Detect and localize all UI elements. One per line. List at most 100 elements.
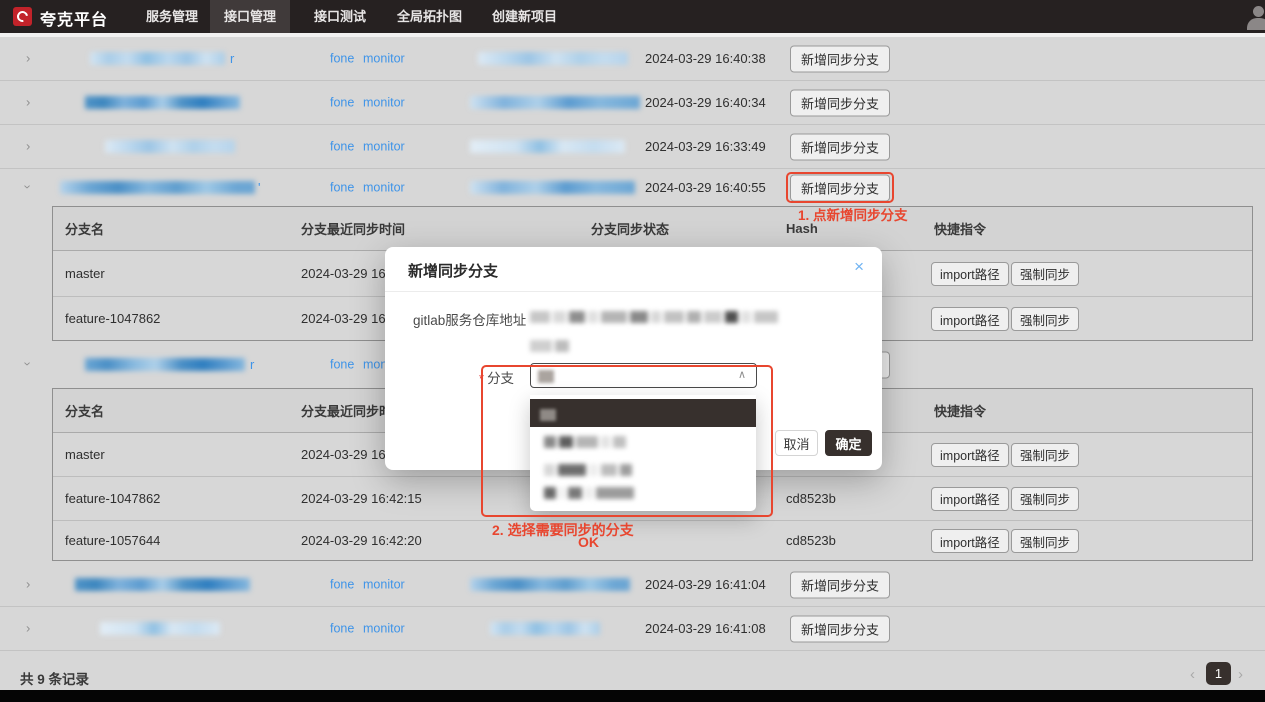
record-count: 共 9 条记录 [20, 668, 89, 688]
monitor-link[interactable]: monitor [363, 621, 405, 635]
import-path-button[interactable]: import路径 [931, 487, 1009, 511]
col-branch-name: 分支名 [65, 401, 104, 420]
nav-item-api-mgmt[interactable]: 接口管理 [210, 0, 290, 33]
nav-item-service-mgmt[interactable]: 服务管理 [132, 0, 212, 33]
redacted-option-text [544, 436, 626, 448]
nav-item-global-topology[interactable]: 全局拓扑图 [383, 0, 476, 33]
sync-time: 2024-03-29 16:33:49 [645, 139, 766, 154]
import-path-button[interactable]: import路径 [931, 307, 1009, 331]
expand-chevron-icon[interactable]: › [26, 576, 30, 591]
cancel-button[interactable]: 取消 [775, 430, 818, 456]
gitlab-repo-label: gitlab服务仓库地址 [413, 309, 526, 329]
dropdown-option[interactable] [530, 427, 756, 455]
force-sync-button[interactable]: 强制同步 [1011, 307, 1079, 331]
redacted-service-name [100, 622, 220, 635]
confirm-button[interactable]: 确定 [825, 430, 872, 456]
user-avatar-icon[interactable] [1247, 6, 1265, 30]
import-path-button[interactable]: import路径 [931, 262, 1009, 286]
sync-time: 2024-03-29 16:41:04 [645, 577, 766, 592]
modal-divider [385, 291, 882, 292]
table-row-expanded: › ' fone monitor 2024-03-29 16:40:55 新增同… [0, 169, 1265, 206]
monitor-link[interactable]: monitor [363, 139, 405, 153]
brand-logo-icon[interactable] [13, 7, 32, 26]
redacted-option-text [544, 464, 632, 476]
redacted-description [470, 96, 640, 109]
service-name-tail: r [250, 356, 254, 371]
branch-hash: cd8523b [786, 491, 836, 506]
force-sync-button[interactable]: 强制同步 [1011, 443, 1079, 467]
fone-link[interactable]: fone [330, 95, 354, 109]
import-path-button[interactable]: import路径 [931, 443, 1009, 467]
add-sync-branch-button[interactable]: 新增同步分支 [790, 133, 890, 160]
collapse-chevron-icon[interactable]: › [21, 184, 36, 188]
branch-row: feature-1057644 2024-03-29 16:42:20 cd85… [53, 521, 1252, 561]
logo-swirl [15, 9, 30, 24]
redacted-service-name [85, 96, 240, 109]
add-sync-branch-button[interactable]: 新增同步分支 [790, 615, 890, 642]
service-name-tail: r [230, 50, 234, 65]
expand-chevron-icon[interactable]: › [26, 50, 30, 65]
annotation-step1: 1. 点新增同步分支 [798, 204, 908, 224]
fone-link[interactable]: fone [330, 577, 354, 591]
col-quick-commands: 快捷指令 [934, 219, 986, 238]
close-icon[interactable]: × [854, 258, 864, 275]
branch-name: master [65, 447, 105, 462]
import-path-button[interactable]: import路径 [931, 529, 1009, 553]
annotation-step2: 2. 选择需要同步的分支 [492, 520, 634, 540]
branch-sync-time: 2024-03-29 16:4 [301, 447, 396, 462]
expand-chevron-icon[interactable]: › [26, 620, 30, 635]
sync-time: 2024-03-29 16:41:08 [645, 621, 766, 636]
nav-bottom-strip [0, 33, 1265, 37]
branch-name: master [65, 266, 105, 281]
add-sync-branch-button[interactable]: 新增同步分支 [790, 571, 890, 598]
redacted-description [470, 140, 625, 153]
monitor-link[interactable]: monitor [363, 51, 405, 65]
branch-name: feature-1057644 [65, 533, 160, 548]
sync-time: 2024-03-29 16:40:38 [645, 51, 766, 66]
app-window: 夸克平台 服务管理 接口管理 接口测试 全局拓扑图 创建新项目 › r fone… [0, 0, 1265, 702]
nav-item-api-test[interactable]: 接口测试 [300, 0, 380, 33]
branch-hash: cd8523b [786, 533, 836, 548]
annotation-ok: OK [578, 534, 599, 550]
branch-name: feature-1047862 [65, 311, 160, 326]
expand-chevron-icon[interactable]: › [26, 138, 30, 153]
monitor-link[interactable]: monitor [363, 95, 405, 109]
branch-field-label: *分支 [479, 367, 514, 387]
bottom-black-band [0, 690, 1265, 702]
required-mark: * [479, 371, 484, 386]
col-branch-name: 分支名 [65, 219, 104, 238]
fone-link[interactable]: fone [330, 621, 354, 635]
fone-link[interactable]: fone [330, 357, 354, 371]
force-sync-button[interactable]: 强制同步 [1011, 262, 1079, 286]
branch-sync-time: 2024-03-29 16:4 [301, 311, 396, 326]
nav-item-create-project[interactable]: 创建新项目 [478, 0, 571, 33]
branch-sync-time: 2024-03-29 16:42:20 [301, 533, 422, 548]
fone-link[interactable]: fone [330, 180, 354, 194]
add-sync-branch-button[interactable]: 新增同步分支 [790, 174, 890, 201]
table-footer: 共 9 条记录 ‹ 1 › [0, 651, 1265, 690]
col-last-sync-time: 分支最近同步时间 [301, 219, 405, 238]
force-sync-button[interactable]: 强制同步 [1011, 487, 1079, 511]
fone-link[interactable]: fone [330, 139, 354, 153]
force-sync-button[interactable]: 强制同步 [1011, 529, 1079, 553]
collapse-chevron-icon[interactable]: › [21, 361, 36, 365]
expand-chevron-icon[interactable]: › [26, 94, 30, 109]
branch-select[interactable]: ∧ [530, 363, 757, 388]
pagination-page-1[interactable]: 1 [1206, 662, 1231, 685]
pagination-next-icon[interactable]: › [1238, 666, 1243, 683]
dropdown-option[interactable] [530, 478, 756, 506]
fone-link[interactable]: fone [330, 51, 354, 65]
monitor-link[interactable]: monitor [363, 180, 405, 194]
redacted-description [470, 181, 635, 194]
table-row: › r fone monitor 2024-03-29 16:40:38 新增同… [0, 37, 1265, 81]
table-row: › fone monitor 2024-03-29 16:33:49 新增同步分… [0, 125, 1265, 169]
add-sync-branch-button[interactable]: 新增同步分支 [790, 89, 890, 116]
redacted-description [490, 622, 600, 635]
monitor-link[interactable]: monitor [363, 577, 405, 591]
col-quick-commands: 快捷指令 [934, 401, 986, 420]
redacted-repo-url-line2 [530, 340, 569, 352]
redacted-option-text [544, 487, 634, 499]
add-sync-branch-button[interactable]: 新增同步分支 [790, 45, 890, 72]
dropdown-option-selected[interactable] [530, 399, 756, 427]
pagination-prev-icon[interactable]: ‹ [1190, 666, 1195, 683]
